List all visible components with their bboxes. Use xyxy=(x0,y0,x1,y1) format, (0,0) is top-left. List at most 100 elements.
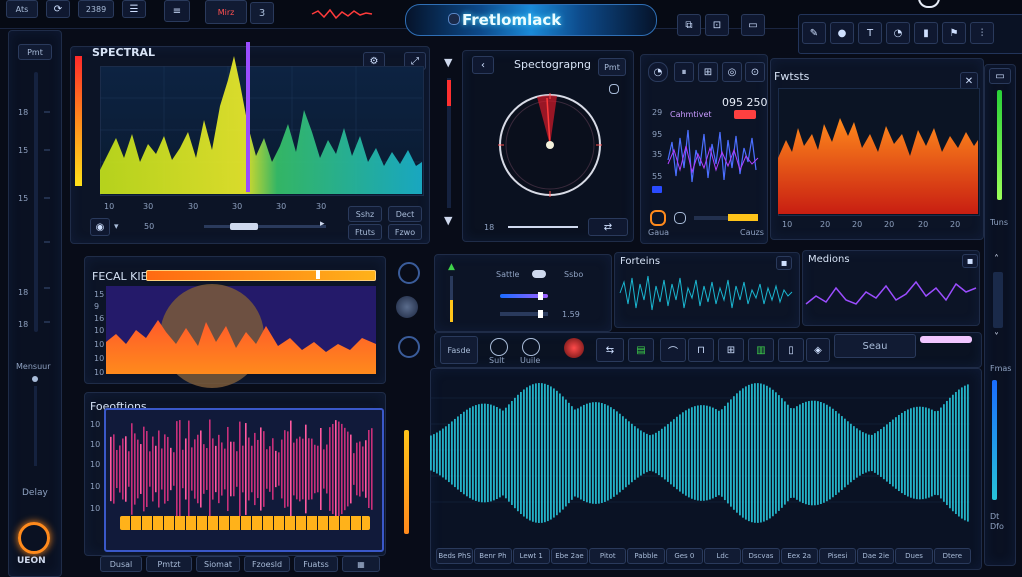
mid-strip-down-icon[interactable]: ▼ xyxy=(444,214,452,227)
left-sidebar-header[interactable]: Pmt xyxy=(18,44,52,60)
meter-knob2-icon[interactable] xyxy=(674,212,686,224)
effect-btn-0[interactable]: Fasde xyxy=(440,336,478,364)
waveform-label-3[interactable]: Ebe 2ae xyxy=(550,548,589,564)
waveform-label-12[interactable]: Dues xyxy=(895,548,933,564)
freq-footer-btn-3[interactable]: Fzoesld xyxy=(244,556,290,572)
frequency-bar xyxy=(269,446,271,492)
spectrograph-back-icon[interactable]: ‹ xyxy=(472,56,494,74)
spectrograph-btn[interactable]: Pmt xyxy=(598,58,626,76)
effect-send-btn[interactable]: Seau xyxy=(834,334,916,358)
menu-icon[interactable]: ☰ xyxy=(122,0,146,18)
waveform-label-10[interactable]: Pisesi xyxy=(818,548,857,564)
flag-icon[interactable]: ⚑ xyxy=(942,22,966,44)
waveform-sample xyxy=(901,412,903,494)
freq-footer-btn-5[interactable]: ▦ xyxy=(342,556,380,572)
waveform-label-6[interactable]: Ges 0 xyxy=(665,548,703,564)
effect-knob-icon-1[interactable] xyxy=(490,338,508,356)
meter-fx-icon-4[interactable]: ⊙ xyxy=(745,62,765,82)
knob-1-icon[interactable] xyxy=(398,262,420,284)
top-window-icon-3[interactable]: ▭ xyxy=(741,14,765,36)
gauge-icon[interactable]: ◔ xyxy=(886,22,910,44)
meter-dial-icon[interactable]: ◔ xyxy=(648,62,668,82)
right-sidebar-top-icon[interactable]: ▭ xyxy=(989,68,1011,84)
vertical-orange-fader[interactable] xyxy=(404,430,409,534)
list-icon[interactable]: ≡ xyxy=(164,0,190,22)
effect-meter-icon[interactable]: ▥ xyxy=(748,338,774,362)
waveform-sample xyxy=(433,434,435,472)
top-item-2[interactable]: 2389 xyxy=(78,0,114,18)
freq-footer-btn-4[interactable]: Fuatss xyxy=(294,556,338,572)
waveform-sample xyxy=(877,431,879,475)
effect-bar-icon[interactable]: ▯ xyxy=(778,338,804,362)
power-ring-icon[interactable] xyxy=(18,522,50,554)
knob-3-icon[interactable] xyxy=(398,336,420,358)
top-item-1[interactable]: Ats xyxy=(6,0,38,18)
top-window-icon-1[interactable]: ⧉ xyxy=(677,14,701,36)
mid-strip-arrow-icon[interactable]: ▼ xyxy=(444,56,452,69)
controls-slider-1-knob[interactable] xyxy=(538,292,543,300)
spectral-btn-2[interactable]: Dect xyxy=(388,206,422,222)
spectral-btn-3[interactable]: Ftuts xyxy=(348,224,382,240)
spectral-dropdown-icon[interactable]: ▾ xyxy=(114,222,119,232)
freq-footer-btn-0[interactable]: Dusal xyxy=(100,556,142,572)
dot-icon[interactable]: ● xyxy=(830,22,854,44)
waveform-label-8[interactable]: Dscvas xyxy=(742,548,780,564)
effect-shield-icon[interactable]: ◈ xyxy=(806,338,830,362)
waveform-label-9[interactable]: Eex 2a xyxy=(780,548,818,564)
meter-fx-icon-3[interactable]: ◎ xyxy=(722,62,742,82)
waveform-sample xyxy=(670,421,672,485)
effect-eq-icon[interactable]: ▤ xyxy=(628,338,654,362)
spectrograph-slider[interactable] xyxy=(508,226,578,228)
controls-toggle[interactable] xyxy=(532,270,546,278)
spectral-btn-1[interactable]: Sshz xyxy=(348,206,382,222)
left-main-slider-track[interactable] xyxy=(34,72,38,332)
spectral-knob-icon[interactable]: ◉ xyxy=(90,218,110,236)
spectral-btn-4[interactable]: Fzwo xyxy=(388,224,422,240)
waveform-label-11[interactable]: Dae 2ie xyxy=(857,548,895,564)
effect-step-icon[interactable]: ⊓ xyxy=(688,338,714,362)
effect-curve-icon[interactable]: ⌒ xyxy=(660,338,686,362)
pen-icon[interactable]: ✎ xyxy=(802,22,826,44)
controls-up-icon[interactable]: ▲ xyxy=(448,262,455,272)
feedback-chart xyxy=(106,284,376,388)
frequency-bar xyxy=(215,445,217,493)
effect-send-slider[interactable] xyxy=(920,336,972,343)
top-item-3[interactable]: Mirz xyxy=(205,0,247,24)
freq-footer-btn-2[interactable]: Siomat xyxy=(196,556,240,572)
waveform-label-13[interactable]: Dtere xyxy=(933,548,971,564)
meter-fx-icon-2[interactable]: ⊞ xyxy=(698,62,718,82)
medions-close-icon[interactable]: ▪ xyxy=(962,254,978,268)
spectral-range-slider[interactable] xyxy=(204,225,326,228)
controls-slider-2-knob[interactable] xyxy=(538,310,543,318)
sliders-icon[interactable]: ⫶ xyxy=(970,22,994,44)
waveform-label-4[interactable]: Pitot xyxy=(589,548,627,564)
t-icon[interactable]: T xyxy=(858,22,882,44)
waveform-label-5[interactable]: Pabble xyxy=(627,548,665,564)
frequency-bar xyxy=(371,428,373,510)
effect-knob-icon-2[interactable] xyxy=(522,338,540,356)
top-window-icon-2[interactable]: ⊡ xyxy=(705,14,729,36)
waveform-label-1[interactable]: Benr Ph xyxy=(474,548,512,564)
effect-grid-icon[interactable]: ⊞ xyxy=(718,338,744,362)
meter-fx-icon-1[interactable]: ⏸ xyxy=(674,62,694,82)
knob-2-icon[interactable] xyxy=(396,296,418,318)
freq-footer-btn-1[interactable]: Pmtzt xyxy=(146,556,192,572)
right-up-icon[interactable]: ˄ xyxy=(994,254,999,265)
right-down-icon[interactable]: ˅ xyxy=(994,332,999,343)
refresh-icon[interactable]: ⟳ xyxy=(46,0,70,18)
waveform-sample xyxy=(820,402,822,504)
waveform-label-7[interactable]: Ldc xyxy=(704,548,742,564)
forts-close-icon[interactable]: ▪ xyxy=(776,256,792,270)
bars-icon[interactable]: ▮ xyxy=(914,22,938,44)
top-item-4[interactable]: 3 xyxy=(250,2,274,24)
frequency-bar xyxy=(212,438,214,500)
spectrograph-arrow-icon[interactable]: ⇄ xyxy=(588,218,628,236)
waveform-label-0[interactable]: Beds PhS xyxy=(436,548,474,564)
waveform-sample xyxy=(505,407,507,499)
left-small-slider[interactable] xyxy=(34,386,37,466)
effect-red-knob-icon[interactable] xyxy=(564,338,584,358)
waveform-label-2[interactable]: Lewt 1 xyxy=(512,548,550,564)
meter-knob-icon[interactable] xyxy=(650,210,666,226)
effect-route-icon[interactable]: ⇆ xyxy=(596,338,624,362)
frequency-bar xyxy=(158,430,160,508)
